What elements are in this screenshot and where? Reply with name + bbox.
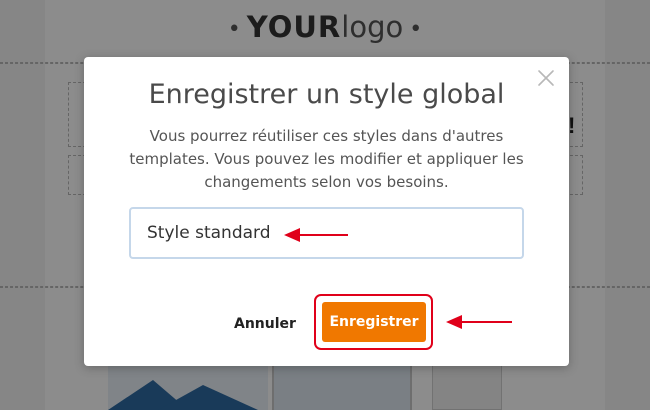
dialog-title: Enregistrer un style global	[148, 79, 505, 110]
dialog-description: Vous pourrez réutiliser ces styles dans …	[129, 127, 524, 191]
arrow-left-icon	[284, 228, 348, 242]
arrow-left-icon	[446, 315, 512, 329]
save-button[interactable]: Enregistrer	[322, 302, 426, 342]
cancel-button[interactable]: Annuler	[234, 316, 296, 332]
